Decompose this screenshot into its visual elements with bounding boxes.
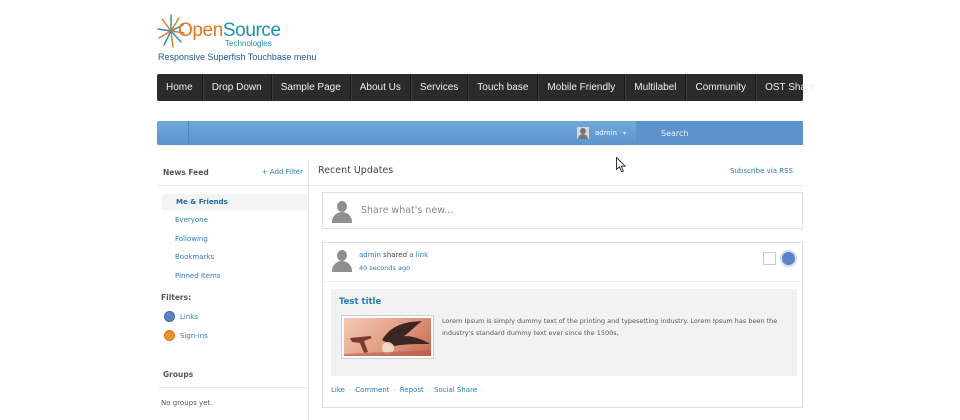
menu-item-multilabel[interactable]: Multilabel — [625, 74, 687, 101]
share-box[interactable]: Share what's new... — [322, 192, 803, 229]
post-actions: Like · Comment · Repost · Social Share · — [331, 386, 483, 394]
filter-sign-ins-label: Sign-ins — [180, 331, 208, 340]
author-avatar-icon — [332, 250, 352, 272]
page-title: Recent Updates — [318, 165, 394, 176]
link-type-icon — [780, 250, 797, 267]
menu-item-ost-share[interactable]: OST Share — [756, 74, 824, 101]
link-preview-excerpt: Lorem Ipsum is simply dummy text of the … — [442, 317, 778, 337]
user-silhouette-icon — [332, 201, 352, 223]
site-description: Responsive Superfish Touchbase menu — [158, 52, 317, 62]
chevron-down-icon: ▾ — [622, 129, 626, 137]
menu-item-community[interactable]: Community — [686, 74, 757, 101]
site-logo[interactable]: OpenSource Technologies — [157, 11, 287, 53]
action-separator: · — [348, 386, 352, 394]
column-divider — [308, 160, 309, 420]
filter-sign-ins[interactable]: Sign-ins — [164, 330, 208, 341]
user-avatar-icon — [577, 127, 589, 139]
post-divider — [323, 281, 802, 282]
admin-bar: admin ▾ — [157, 121, 803, 146]
menu-item-drop-down[interactable]: Drop Down — [203, 74, 272, 101]
subscribe-rss-link[interactable]: Subscribe via RSS — [730, 167, 793, 175]
feed-item-pinned-items[interactable]: Pinned Items — [175, 272, 220, 280]
post-meta: admin shared a link — [359, 251, 428, 259]
filter-links[interactable]: Links — [164, 311, 198, 322]
post-verb: shared — [383, 251, 408, 259]
link-preview-title[interactable]: Test title — [339, 297, 381, 307]
post-author-link[interactable]: admin — [359, 251, 381, 259]
admin-bar-divider — [188, 121, 189, 145]
filters-label: Filters: — [161, 293, 192, 302]
news-feed-heading: News Feed — [163, 168, 209, 177]
links-filter-icon — [164, 311, 175, 322]
feed-item-me-friends[interactable]: Me & Friends — [176, 198, 228, 206]
feed-item-bookmarks[interactable]: Bookmarks — [175, 253, 214, 261]
like-link[interactable]: Like — [331, 386, 345, 394]
post-timestamp[interactable]: 40 seconds ago — [359, 264, 410, 272]
groups-heading: Groups — [163, 370, 194, 379]
sidebar: News Feed + Add Filter Me & Friends Ever… — [158, 160, 308, 420]
repost-link[interactable]: Repost — [400, 386, 424, 394]
filter-links-label: Links — [180, 312, 198, 321]
social-share-link[interactable]: Social Share — [434, 386, 477, 394]
no-groups-text: No groups yet. — [161, 399, 213, 407]
comment-link[interactable]: Comment — [355, 386, 389, 394]
menu-item-home[interactable]: Home — [157, 74, 203, 101]
action-separator: · — [427, 386, 430, 394]
feed-item-everyone[interactable]: Everyone — [175, 216, 208, 224]
sign-ins-filter-icon — [164, 330, 175, 341]
post-select-checkbox[interactable] — [763, 252, 776, 265]
link-preview-thumbnail[interactable] — [341, 315, 434, 359]
user-menu[interactable]: admin ▾ — [577, 121, 626, 145]
action-separator: · — [481, 386, 484, 394]
logo-subtitle: Technologies — [225, 39, 272, 48]
menu-item-mobile-friendly[interactable]: Mobile Friendly — [538, 74, 626, 101]
post-object-link[interactable]: a link — [409, 251, 428, 259]
activity-post: admin shared a link 40 seconds ago Test … — [322, 242, 803, 408]
action-separator: · — [393, 386, 396, 394]
share-input-placeholder: Share what's new... — [361, 205, 454, 216]
link-preview: Test title Lorem Ipsum is simply dummy t… — [331, 289, 797, 376]
menu-item-touch-base[interactable]: Touch base — [468, 74, 539, 101]
menu-item-about-us[interactable]: About Us — [351, 74, 411, 101]
main-menu: Home Drop Down Sample Page About Us Serv… — [157, 74, 815, 101]
groups-divider — [158, 387, 308, 388]
user-name: admin — [595, 129, 617, 137]
search-input[interactable] — [636, 121, 803, 146]
search-box — [636, 121, 803, 146]
main-divider — [309, 185, 803, 186]
feed-item-following[interactable]: Following — [175, 235, 208, 243]
menu-item-services[interactable]: Services — [411, 74, 469, 101]
sidebar-divider — [158, 185, 308, 186]
thumbnail-image — [344, 318, 431, 356]
menu-item-sample-page[interactable]: Sample Page — [272, 74, 351, 101]
add-filter-link[interactable]: + Add Filter — [262, 168, 303, 176]
mouse-cursor-icon — [616, 157, 626, 173]
